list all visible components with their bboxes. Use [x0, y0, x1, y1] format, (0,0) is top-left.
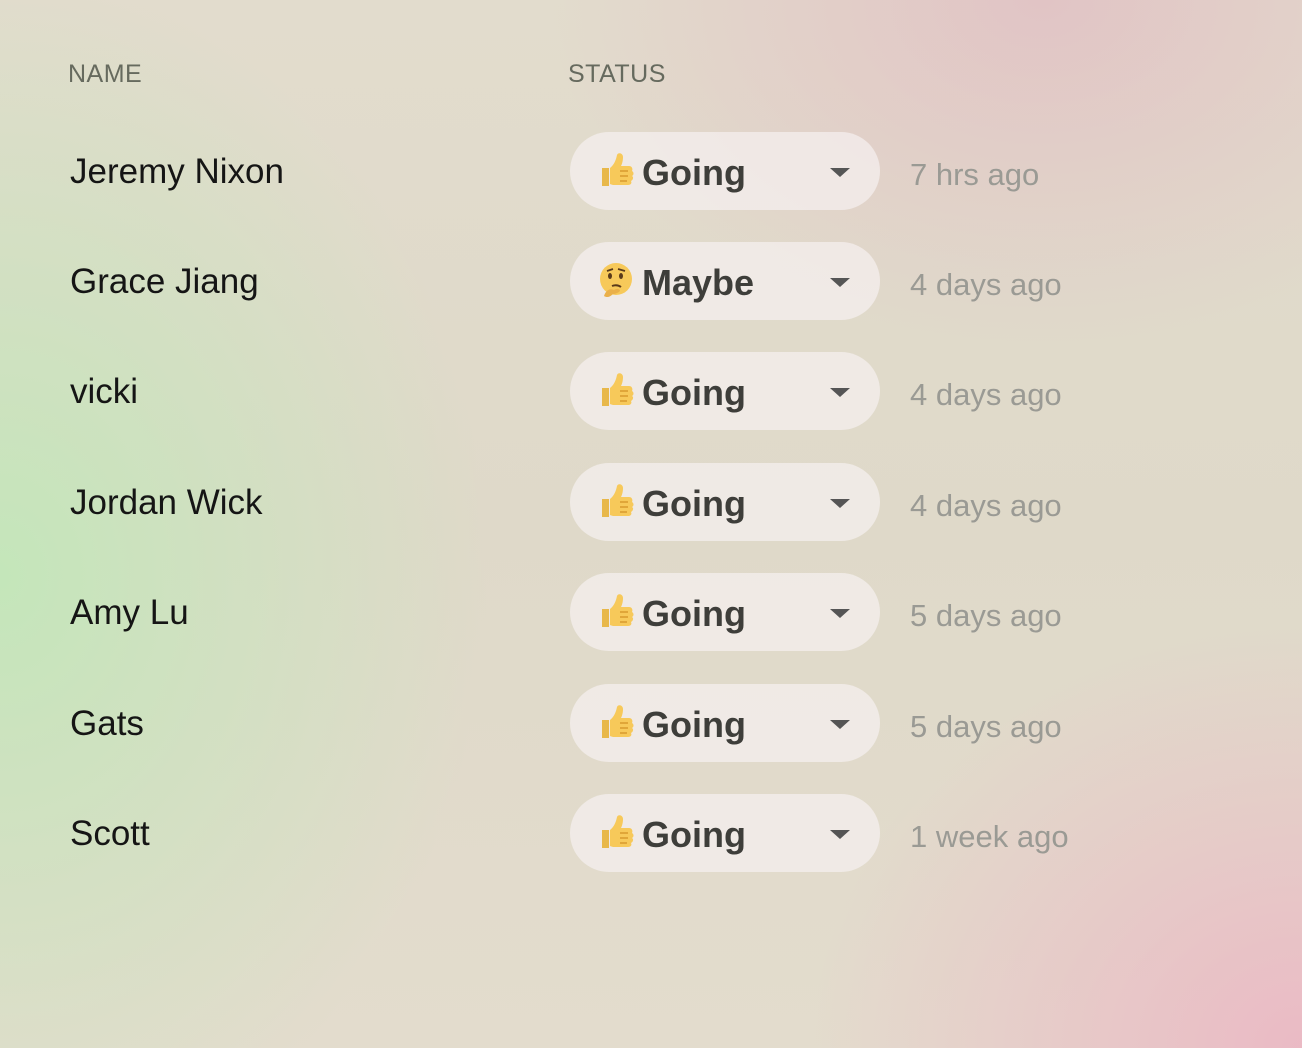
- thumbs-up-icon: [602, 153, 634, 186]
- chevron-down-icon: [830, 168, 850, 177]
- response-time: 5 days ago: [910, 709, 1062, 744]
- status-dropdown[interactable]: Going: [570, 794, 880, 872]
- status-dropdown[interactable]: Going: [570, 684, 880, 762]
- chevron-down-icon: [830, 720, 850, 729]
- column-header-status: STATUS: [568, 60, 666, 88]
- guest-name: Gats: [70, 704, 144, 743]
- chevron-down-icon: [830, 499, 850, 508]
- chevron-down-icon: [830, 388, 850, 397]
- table-row: Jordan Wick Going 4 days ago: [0, 463, 1302, 541]
- status-dropdown[interactable]: Going: [570, 463, 880, 541]
- guest-name: Amy Lu: [70, 593, 189, 632]
- response-time: 4 days ago: [910, 377, 1062, 412]
- table-row: Amy Lu Going 5 days ago: [0, 573, 1302, 651]
- table-row: Gats Going 5 days ago: [0, 684, 1302, 762]
- thumbs-up-icon: [602, 705, 634, 738]
- response-time: 5 days ago: [910, 598, 1062, 633]
- response-time: 1 week ago: [910, 819, 1069, 854]
- column-header-name: NAME: [68, 60, 143, 88]
- response-time: 7 hrs ago: [910, 157, 1040, 192]
- table-row: Grace Jiang Maybe 4 days ago: [0, 242, 1302, 320]
- status-label: Going: [642, 814, 746, 855]
- guest-name: Jeremy Nixon: [70, 152, 284, 191]
- chevron-down-icon: [830, 278, 850, 287]
- status-label: Going: [642, 704, 746, 745]
- table-row: vicki Going 4 days ago: [0, 352, 1302, 430]
- status-dropdown[interactable]: Maybe: [570, 242, 880, 320]
- guest-name: vicki: [70, 372, 139, 411]
- status-dropdown[interactable]: Going: [570, 132, 880, 210]
- response-time: 4 days ago: [910, 488, 1062, 523]
- table-row: Jeremy Nixon Going 7 hrs ago: [0, 132, 1302, 210]
- thumbs-up-icon: [602, 815, 634, 848]
- thumbs-up-icon: [602, 594, 634, 627]
- status-dropdown[interactable]: Going: [570, 573, 880, 651]
- status-label: Going: [642, 372, 746, 413]
- status-label: Maybe: [642, 262, 755, 303]
- guest-name: Jordan Wick: [70, 483, 263, 522]
- status-label: Going: [642, 483, 746, 524]
- thinking-face-icon: [600, 263, 632, 298]
- thumbs-up-icon: [602, 484, 634, 517]
- chevron-down-icon: [830, 830, 850, 839]
- response-time: 4 days ago: [910, 267, 1062, 302]
- guest-list: NAME STATUS Jeremy Nixon Going 7 hrs ago…: [0, 0, 1302, 1048]
- table-header: NAME STATUS: [0, 60, 1302, 92]
- status-dropdown[interactable]: Going: [570, 352, 880, 430]
- status-label: Going: [642, 152, 746, 193]
- guest-name: Grace Jiang: [70, 262, 259, 301]
- table-row: Scott Going 1 week ago: [0, 794, 1302, 872]
- chevron-down-icon: [830, 609, 850, 618]
- guest-name: Scott: [70, 814, 150, 853]
- thumbs-up-icon: [602, 373, 634, 406]
- status-label: Going: [642, 593, 746, 634]
